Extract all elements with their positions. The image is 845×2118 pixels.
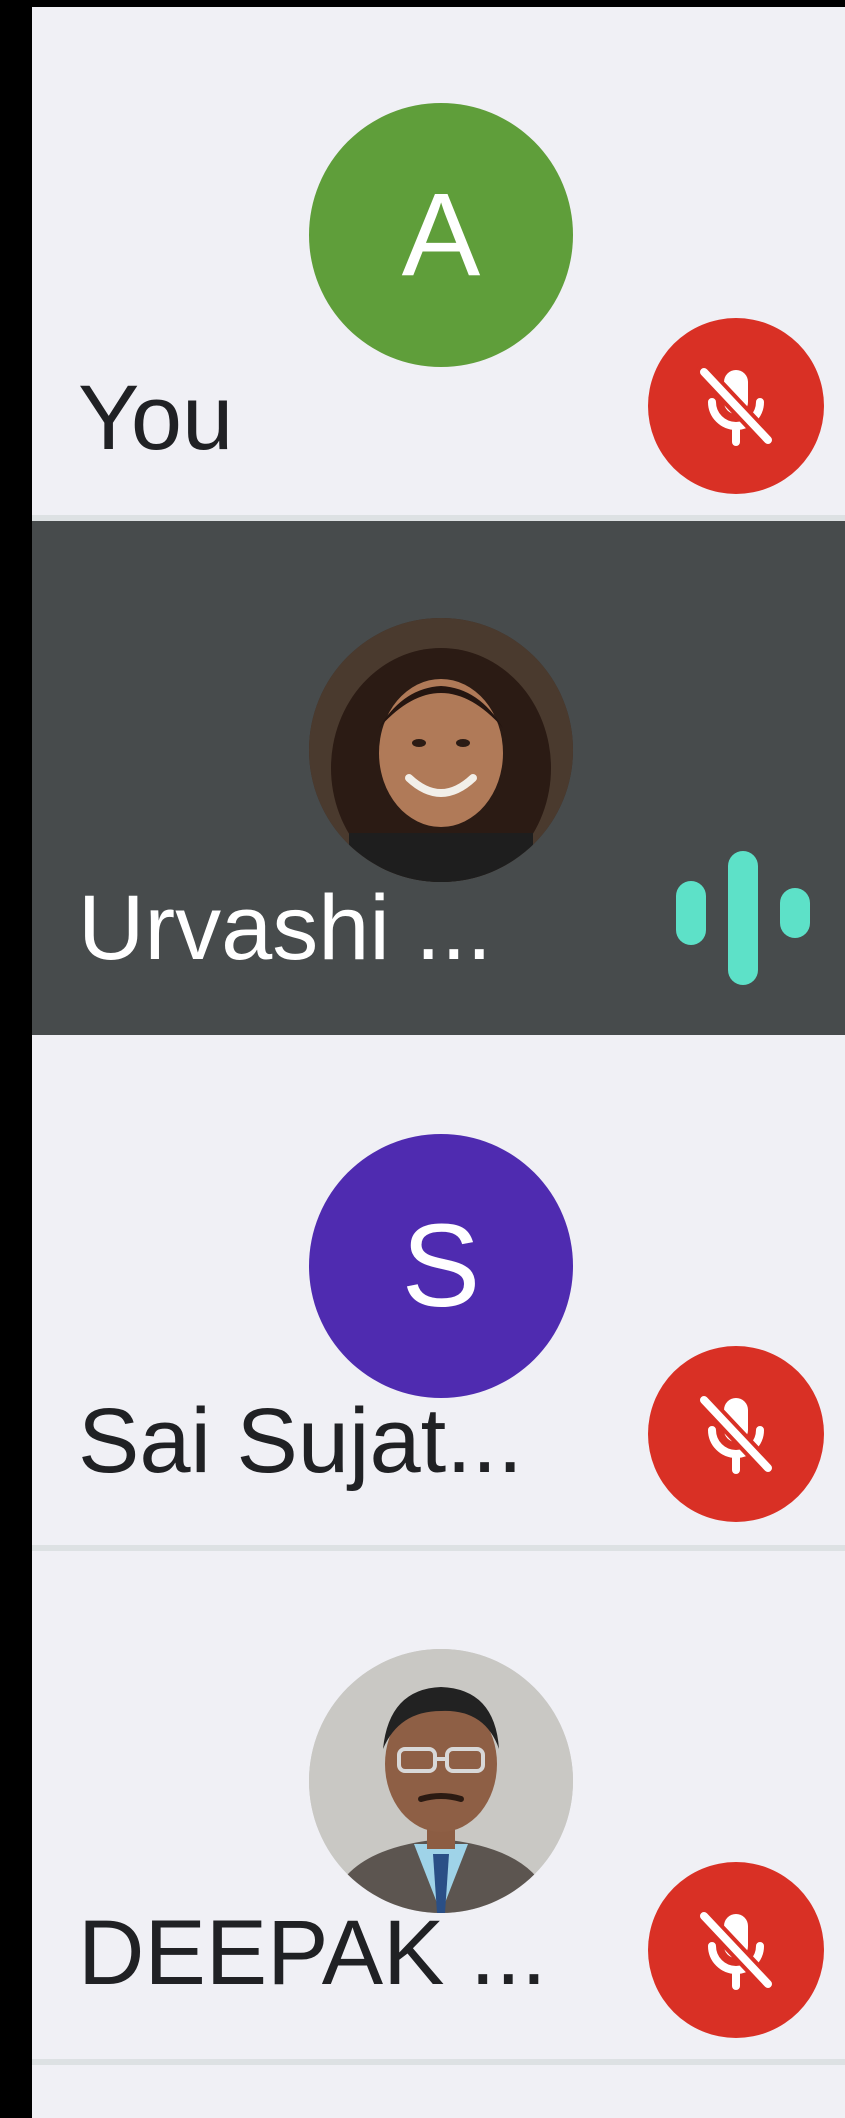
participant-photo [309, 618, 573, 882]
participant-tile-urvashi[interactable]: Urvashi ... [32, 521, 845, 1035]
participant-name: You [78, 367, 234, 469]
mic-off-button[interactable] [648, 318, 824, 494]
participant-photo [309, 1649, 573, 1913]
avatar-initial: S [401, 1200, 481, 1332]
participant-tile-next[interactable] [32, 2065, 845, 2118]
participants-panel: A You Urvashi ... S Sai Sujat... DEEPAK … [32, 0, 845, 2118]
mic-off-button[interactable] [648, 1346, 824, 1522]
avatar-initial: A [401, 169, 481, 301]
top-bar [32, 0, 845, 7]
participant-tile-deepak[interactable]: DEEPAK ... [32, 1551, 845, 2059]
avatar [309, 1649, 573, 1913]
mic-off-button[interactable] [648, 1862, 824, 2038]
participant-name: DEEPAK ... [78, 1902, 547, 2004]
avatar: S [309, 1134, 573, 1398]
audio-level-icon [676, 851, 810, 985]
participant-tile-you[interactable]: A You [32, 7, 845, 515]
mic-off-icon [696, 1392, 776, 1476]
avatar [309, 618, 573, 882]
avatar: A [309, 103, 573, 367]
participant-name: Sai Sujat... [78, 1390, 523, 1492]
mic-off-icon [696, 364, 776, 448]
participant-tile-sai[interactable]: S Sai Sujat... [32, 1035, 845, 1545]
mic-off-icon [696, 1908, 776, 1992]
participant-name: Urvashi ... [78, 877, 493, 979]
